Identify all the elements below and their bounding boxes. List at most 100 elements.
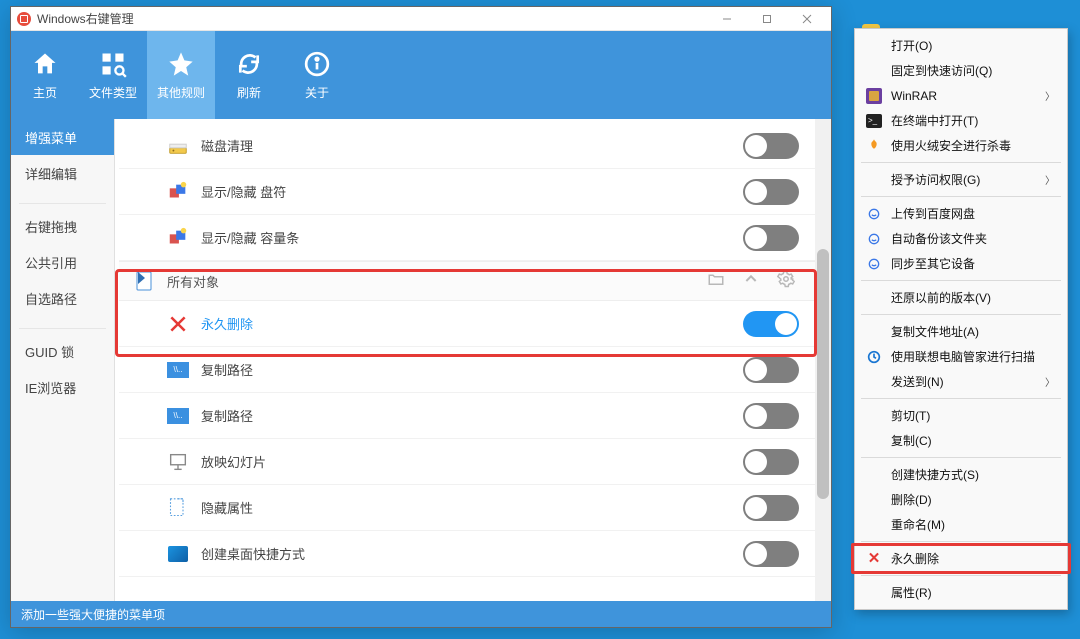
drive-icon [167, 227, 189, 249]
context-menu-item[interactable]: 创建快捷方式(S) [857, 462, 1065, 487]
winrar-icon [865, 87, 883, 105]
context-menu-item[interactable]: ✕永久删除 [857, 546, 1065, 571]
sidebar-item-public-ref[interactable]: 公共引用 [11, 244, 114, 280]
context-menu-item-label: WinRAR [891, 89, 937, 103]
blank-icon [865, 584, 883, 602]
toolbar: 主页 文件类型 其他规则 刷新 关于 [11, 31, 831, 119]
item-label: 显示/隐藏 盘符 [201, 182, 286, 201]
baidu-icon [865, 230, 883, 248]
sidebar-item-ie[interactable]: IE浏览器 [11, 369, 114, 405]
context-menu-item[interactable]: 复制文件地址(A) [857, 319, 1065, 344]
context-menu: 打开(O)固定到快速访问(Q)WinRAR〉>_在终端中打开(T)使用火绒安全进… [854, 28, 1068, 610]
chevron-right-icon: 〉 [1045, 374, 1055, 389]
baidu-icon [865, 255, 883, 273]
context-menu-item-label: 上传到百度网盘 [891, 205, 975, 222]
context-menu-item[interactable]: 同步至其它设备 [857, 251, 1065, 276]
toggle[interactable] [743, 357, 799, 383]
context-menu-item[interactable]: WinRAR〉 [857, 83, 1065, 108]
tool-refresh[interactable]: 刷新 [215, 31, 283, 119]
tool-other-rules[interactable]: 其他规则 [147, 31, 215, 119]
drive-icon [167, 181, 189, 203]
item-row[interactable]: \\.. 复制路径 [119, 347, 821, 393]
tool-about[interactable]: 关于 [283, 31, 351, 119]
scrollbar-thumb[interactable] [817, 249, 829, 499]
tool-label: 主页 [33, 84, 57, 101]
close-button[interactable] [787, 7, 827, 31]
sidebar-item-enhance-menu[interactable]: 增强菜单 [11, 119, 114, 155]
context-menu-item[interactable]: 复制(C) [857, 428, 1065, 453]
context-menu-item[interactable]: 剪切(T) [857, 403, 1065, 428]
context-menu-item-label: 打开(O) [891, 37, 932, 54]
gear-icon[interactable] [777, 270, 795, 293]
sidebar-item-detail-edit[interactable]: 详细编辑 [11, 155, 114, 191]
section-header[interactable]: 所有对象 [119, 261, 821, 301]
context-menu-item[interactable]: 自动备份该文件夹 [857, 226, 1065, 251]
sidebar-item-guid-lock[interactable]: GUID 锁 [11, 333, 114, 369]
context-menu-separator [861, 314, 1061, 315]
item-row[interactable]: 放映幻灯片 [119, 439, 821, 485]
context-menu-item-label: 使用联想电脑管家进行扫描 [891, 348, 1035, 365]
context-menu-item[interactable]: 使用联想电脑管家进行扫描 [857, 344, 1065, 369]
star-icon [167, 50, 195, 78]
toggle[interactable] [743, 403, 799, 429]
context-menu-item-label: 复制文件地址(A) [891, 323, 979, 340]
tool-home[interactable]: 主页 [11, 31, 79, 119]
context-menu-item[interactable]: 属性(R) [857, 580, 1065, 605]
context-menu-item-label: 复制(C) [891, 432, 932, 449]
context-menu-item[interactable]: 上传到百度网盘 [857, 201, 1065, 226]
folder-open-icon[interactable] [707, 270, 725, 293]
context-menu-separator [861, 196, 1061, 197]
context-menu-item[interactable]: >_在终端中打开(T) [857, 108, 1065, 133]
context-menu-item-label: 发送到(N) [891, 373, 944, 390]
lenovo-icon [865, 348, 883, 366]
objects-icon [133, 269, 157, 293]
tool-file-type[interactable]: 文件类型 [79, 31, 147, 119]
toggle[interactable] [743, 311, 799, 337]
path-icon: \\.. [167, 359, 189, 381]
item-row[interactable]: 显示/隐藏 容量条 [119, 215, 821, 261]
chevron-up-icon[interactable] [743, 271, 759, 292]
item-row-permanent-delete[interactable]: 永久删除 [119, 301, 821, 347]
toggle[interactable] [743, 495, 799, 521]
sidebar: 增强菜单 详细编辑 右键拖拽 公共引用 自选路径 GUID 锁 IE浏览器 [11, 119, 115, 601]
toggle[interactable] [743, 541, 799, 567]
section-title: 所有对象 [167, 272, 219, 291]
sidebar-item-custom-path[interactable]: 自选路径 [11, 280, 114, 316]
blank-icon [865, 37, 883, 55]
item-row[interactable]: 磁盘清理 [119, 123, 821, 169]
toggle[interactable] [743, 449, 799, 475]
toggle[interactable] [743, 133, 799, 159]
context-menu-item[interactable]: 使用火绒安全进行杀毒 [857, 133, 1065, 158]
context-menu-item[interactable]: 重命名(M) [857, 512, 1065, 537]
context-menu-item[interactable]: 授予访问权限(G)〉 [857, 167, 1065, 192]
context-menu-item[interactable]: 删除(D) [857, 487, 1065, 512]
toggle[interactable] [743, 225, 799, 251]
path-icon: \\.. [167, 405, 189, 427]
item-row[interactable]: 显示/隐藏 盘符 [119, 169, 821, 215]
context-menu-separator [861, 162, 1061, 163]
huorong-icon [865, 137, 883, 155]
item-label: 放映幻灯片 [201, 452, 266, 471]
scrollbar[interactable] [815, 119, 831, 601]
context-menu-item-label: 授予访问权限(G) [891, 171, 980, 188]
item-row[interactable]: 隐藏属性 [119, 485, 821, 531]
tool-label: 刷新 [237, 84, 261, 101]
context-menu-item-label: 永久删除 [891, 550, 939, 567]
context-menu-item[interactable]: 还原以前的版本(V) [857, 285, 1065, 310]
tool-label: 文件类型 [89, 84, 137, 101]
context-menu-item[interactable]: 打开(O) [857, 33, 1065, 58]
minimize-button[interactable] [707, 7, 747, 31]
context-menu-item[interactable]: 固定到快速访问(Q) [857, 58, 1065, 83]
maximize-button[interactable] [747, 7, 787, 31]
toggle[interactable] [743, 179, 799, 205]
item-row[interactable]: \\.. 复制路径 [119, 393, 821, 439]
item-label: 永久删除 [201, 314, 253, 333]
context-menu-item-label: 剪切(T) [891, 407, 930, 424]
item-label: 复制路径 [201, 360, 253, 379]
context-menu-separator [861, 457, 1061, 458]
blank-icon [865, 466, 883, 484]
sidebar-item-right-drag[interactable]: 右键拖拽 [11, 208, 114, 244]
blank-icon [865, 373, 883, 391]
context-menu-item[interactable]: 发送到(N) 〉 [857, 369, 1065, 394]
item-row[interactable]: 创建桌面快捷方式 [119, 531, 821, 577]
